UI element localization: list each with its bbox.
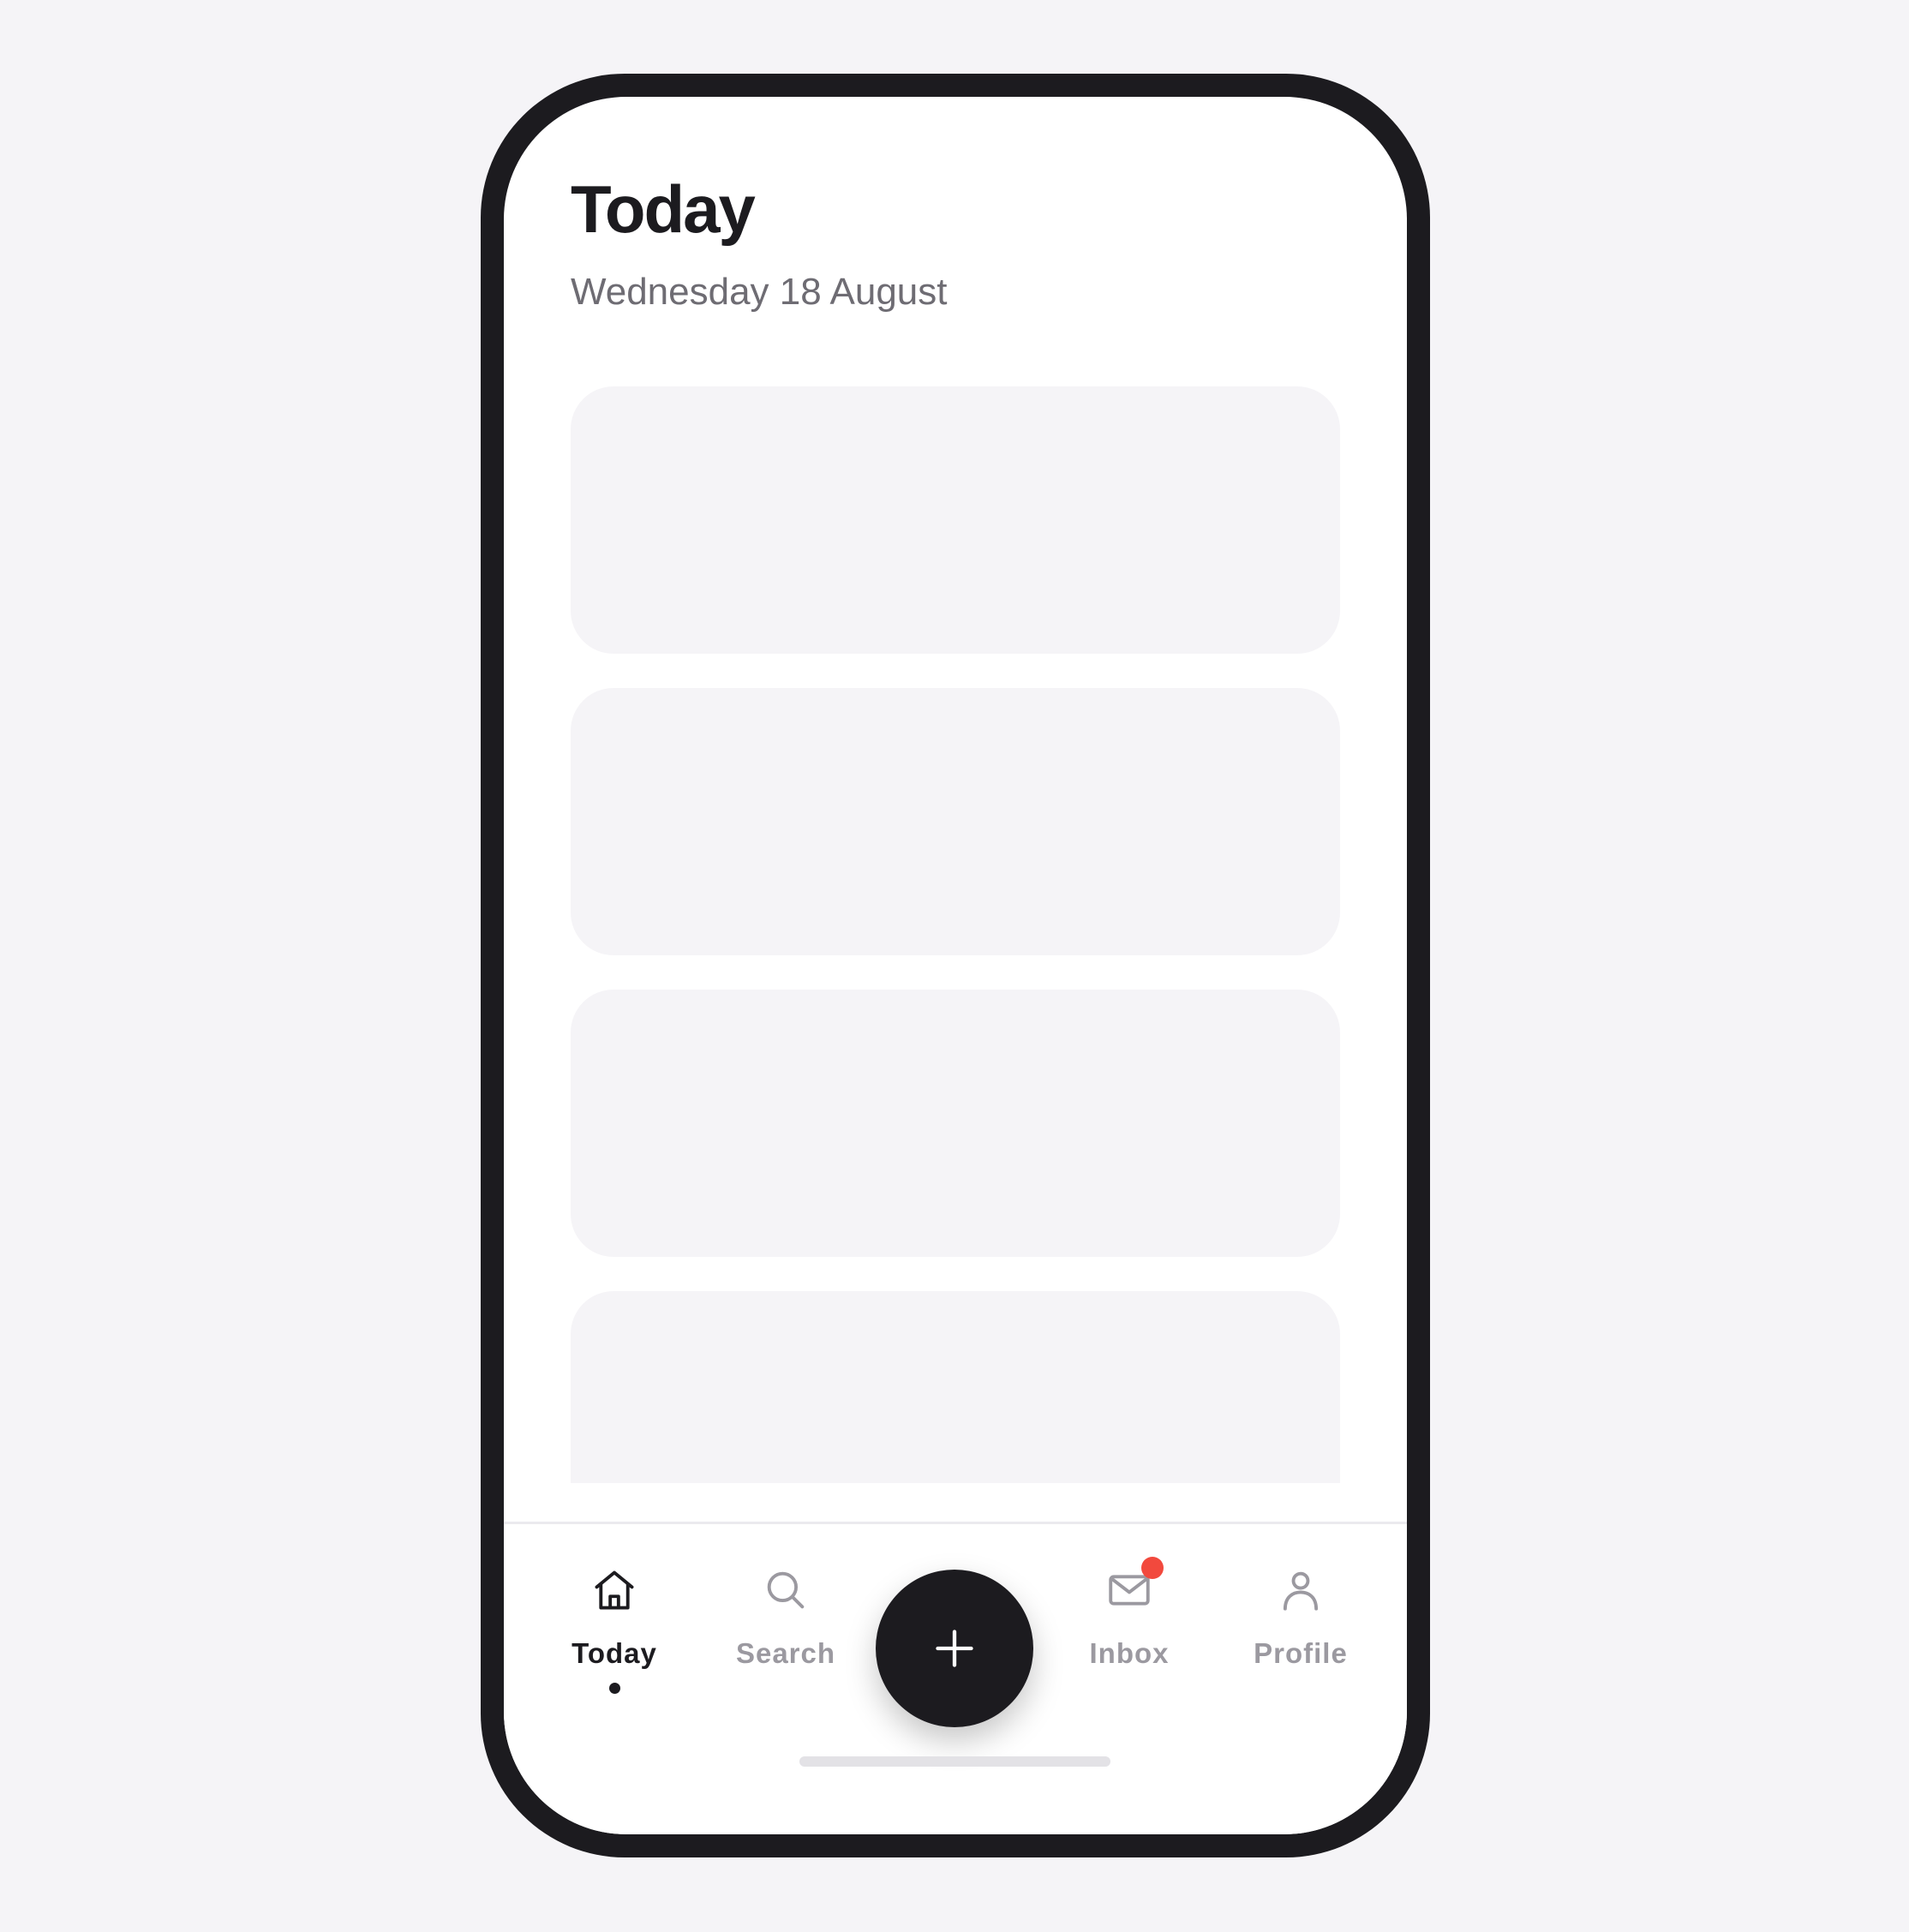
placeholder-card[interactable]	[571, 688, 1340, 955]
tab-today[interactable]: Today	[546, 1565, 683, 1702]
placeholder-card[interactable]	[571, 386, 1340, 654]
card-list	[571, 386, 1340, 1483]
notification-badge	[1141, 1557, 1164, 1579]
search-icon	[761, 1565, 811, 1615]
plus-icon	[936, 1630, 973, 1667]
active-indicator-dot	[609, 1683, 620, 1694]
tab-profile-label: Profile	[1254, 1637, 1348, 1669]
home-indicator[interactable]	[799, 1756, 1110, 1767]
page-title: Today	[571, 171, 756, 247]
person-icon	[1276, 1565, 1326, 1615]
tab-search-label: Search	[735, 1637, 836, 1669]
placeholder-card[interactable]	[571, 1291, 1340, 1483]
tab-today-label: Today	[572, 1637, 657, 1669]
tab-profile[interactable]: Profile	[1232, 1565, 1369, 1702]
home-icon	[589, 1565, 639, 1615]
placeholder-card[interactable]	[571, 990, 1340, 1257]
add-button[interactable]	[876, 1570, 1033, 1727]
phone-frame: Today Wednesday 18 August Today Search I…	[481, 74, 1430, 1857]
tab-search[interactable]: Search	[717, 1565, 854, 1702]
mail-icon	[1104, 1557, 1164, 1615]
tab-inbox[interactable]: Inbox	[1061, 1557, 1198, 1702]
screen: Today Wednesday 18 August Today Search I…	[504, 97, 1407, 1834]
tab-inbox-label: Inbox	[1089, 1637, 1170, 1669]
page-date: Wednesday 18 August	[571, 271, 948, 313]
